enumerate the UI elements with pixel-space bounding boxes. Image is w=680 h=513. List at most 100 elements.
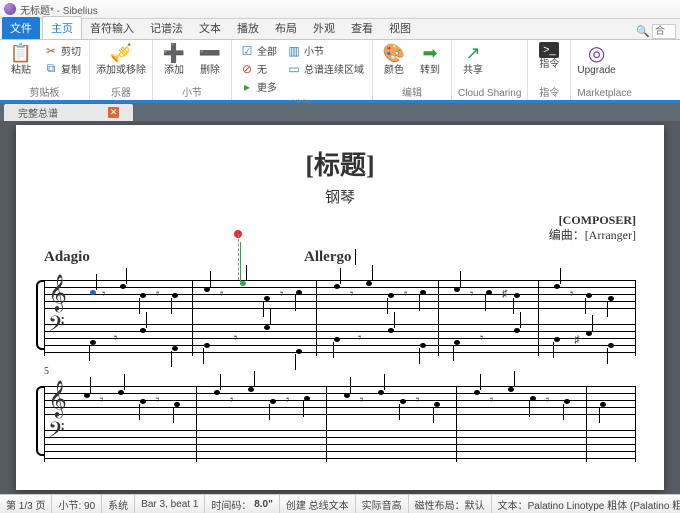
tab-note-input[interactable]: 音符输入 [82, 17, 142, 39]
document-tab[interactable]: 完整总谱 ✕ [4, 104, 133, 121]
select-bars-button[interactable]: ▥小节 [285, 42, 366, 59]
paste-button[interactable]: 📋 粘贴 [6, 42, 36, 76]
rest[interactable]: 𝄾 [156, 286, 159, 302]
note[interactable] [264, 296, 270, 301]
staff-bass-2[interactable]: 𝄢 [44, 422, 636, 466]
rest[interactable]: 𝄾 [102, 286, 105, 302]
staff-bass-1[interactable]: 𝄢 𝄾 𝄾 𝄾 𝄾 [44, 316, 636, 360]
note[interactable] [514, 328, 520, 333]
note[interactable] [454, 340, 460, 345]
rest[interactable]: 𝄾 [360, 392, 363, 408]
status-action[interactable]: 创建 总线文本 [280, 495, 356, 513]
note[interactable] [172, 293, 178, 298]
status-font[interactable]: 文本：Palatino Linotype 粗体 (Palatino 粗体)，12… [492, 495, 680, 513]
note[interactable] [600, 402, 606, 407]
plugins-button[interactable]: >_ 指令 [534, 42, 564, 70]
note[interactable] [486, 290, 492, 295]
rest[interactable]: 𝄾 [156, 392, 159, 408]
note[interactable] [388, 293, 394, 298]
note[interactable] [120, 284, 126, 289]
note[interactable] [118, 390, 124, 395]
tempo-2[interactable]: Allergo [304, 249, 356, 266]
rest[interactable]: 𝄾 [350, 286, 353, 302]
tab-view[interactable]: 视图 [381, 17, 419, 39]
system-1[interactable]: 𝄞 𝄾 𝄾 𝄾 𝄾 𝄾 [44, 272, 636, 360]
rest[interactable]: 𝄾 [286, 392, 289, 408]
note[interactable] [174, 402, 180, 407]
note[interactable] [554, 337, 560, 342]
note[interactable] [90, 340, 96, 345]
select-system-passage-button[interactable]: ▭总谱连续区域 [285, 60, 366, 77]
note[interactable] [388, 328, 394, 333]
note[interactable] [296, 290, 302, 295]
note[interactable] [530, 396, 536, 401]
close-icon[interactable]: ✕ [108, 107, 119, 118]
note[interactable] [564, 399, 570, 404]
rest[interactable]: 𝄾 [358, 330, 361, 346]
note[interactable] [296, 349, 302, 354]
note[interactable] [140, 399, 146, 404]
select-all-button[interactable]: ☑全部 [238, 42, 279, 59]
rest[interactable]: 𝄾 [570, 286, 573, 302]
note[interactable] [434, 402, 440, 407]
note[interactable] [304, 396, 310, 401]
status-system[interactable]: 系统 [102, 495, 135, 513]
rest[interactable]: 𝄾 [234, 330, 237, 346]
add-remove-instruments-button[interactable]: 🎺 添加或移除 [96, 42, 146, 76]
note[interactable] [586, 331, 592, 336]
note[interactable] [90, 290, 96, 295]
note[interactable] [400, 399, 406, 404]
note[interactable] [214, 390, 220, 395]
ribbon-search[interactable]: 🔍 [636, 24, 676, 39]
rest[interactable]: 𝄾 [100, 392, 103, 408]
rest[interactable]: 𝄾 [230, 392, 233, 408]
note[interactable] [378, 390, 384, 395]
note[interactable] [84, 393, 90, 398]
note[interactable] [366, 281, 372, 286]
tab-text[interactable]: 文本 [191, 17, 229, 39]
rest[interactable]: 𝄾 [490, 392, 493, 408]
staff-treble-1[interactable]: 𝄞 𝄾 𝄾 𝄾 𝄾 𝄾 [44, 272, 636, 316]
add-bar-button[interactable]: ➕ 添加 [159, 42, 189, 76]
status-snap[interactable]: 磁性布局：默认 [409, 495, 492, 513]
rest[interactable]: 𝄾 [416, 392, 419, 408]
note[interactable] [140, 293, 146, 298]
status-pitch[interactable]: 实际音高 [356, 495, 409, 513]
note[interactable] [270, 399, 276, 404]
system-2[interactable]: 5 𝄞 𝄾 𝄾 𝄾 𝄾 [44, 378, 636, 466]
rest[interactable]: 𝄾 [480, 330, 483, 346]
score-title[interactable]: [标题] [44, 145, 636, 182]
note[interactable] [508, 387, 514, 392]
rest[interactable]: 𝄾 [404, 286, 407, 302]
cut-button[interactable]: ✂剪切 [42, 42, 83, 59]
note[interactable] [204, 287, 210, 292]
note[interactable] [420, 343, 426, 348]
rest[interactable]: 𝄾 [546, 392, 549, 408]
status-position[interactable]: Bar 3, beat 1 [135, 495, 205, 513]
score-page[interactable]: [标题] 钢琴 [COMPOSER] 编曲：[Arranger] Adagio … [16, 125, 664, 490]
note[interactable] [204, 343, 210, 348]
select-more-button[interactable]: ▸更多 [238, 78, 279, 95]
note[interactable] [344, 393, 350, 398]
delete-bar-button[interactable]: ➖ 删除 [195, 42, 225, 76]
note[interactable] [474, 390, 480, 395]
note[interactable] [264, 325, 270, 330]
rest[interactable]: 𝄾 [280, 286, 283, 302]
tab-play[interactable]: 播放 [229, 17, 267, 39]
copy-button[interactable]: ⧉复制 [42, 60, 83, 77]
goto-button[interactable]: ➡ 转到 [415, 42, 445, 76]
upgrade-button[interactable]: ◎ Upgrade [577, 42, 615, 76]
note[interactable] [608, 343, 614, 348]
share-button[interactable]: ↗ 共享 [458, 42, 488, 76]
tab-file[interactable]: 文件 [2, 17, 40, 39]
status-page[interactable]: 第 1/3 页 [0, 495, 52, 513]
status-timecode[interactable]: 时间码： 8.0" [205, 495, 279, 513]
tab-home[interactable]: 主页 [42, 16, 82, 39]
tab-notation[interactable]: 记谱法 [142, 17, 191, 39]
select-none-button[interactable]: ⊘无 [238, 60, 279, 77]
status-bars[interactable]: 小节: 90 [52, 495, 102, 513]
tempo-1[interactable]: Adagio [44, 249, 304, 266]
note[interactable] [172, 346, 178, 351]
workspace[interactable]: [标题] 钢琴 [COMPOSER] 编曲：[Arranger] Adagio … [0, 121, 680, 494]
color-button[interactable]: 🎨 颜色 [379, 42, 409, 76]
